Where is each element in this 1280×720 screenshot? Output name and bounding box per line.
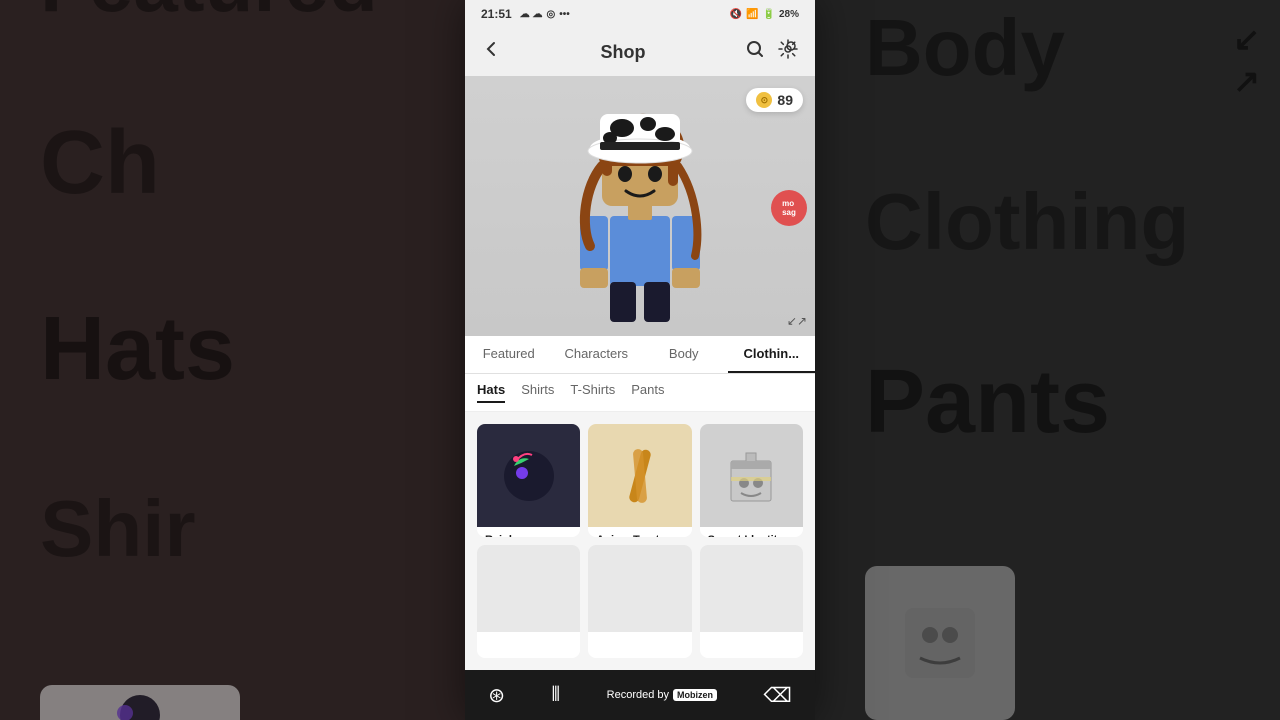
sub-tabs: Hats Shirts T-Shirts Pants: [465, 374, 815, 412]
status-indicators: 🔇 📶 🔋 28%: [730, 9, 799, 20]
recorded-text: Recorded by: [607, 689, 669, 701]
shop-title: Shop: [601, 42, 646, 63]
item-info-secret: Secret Identity ⊙ 80: [700, 527, 803, 537]
nav-icon[interactable]: ⦀: [551, 684, 560, 707]
item-card-6[interactable]: [700, 545, 803, 658]
item-image-6: [700, 545, 803, 632]
tab-characters[interactable]: Characters: [553, 336, 641, 373]
item-name-secret: Secret Identity: [708, 533, 795, 537]
bg-clothing-text: Clothing: [865, 176, 1280, 268]
item-info-5: [588, 632, 691, 658]
home-icon[interactable]: ⊛: [488, 683, 505, 708]
bg-expand-arrows: ↙ ↗: [1233, 20, 1260, 100]
nav-tabs: Featured Characters Body Clothin...: [465, 336, 815, 374]
creator-label: mosag: [782, 199, 796, 217]
mobizen-logo: Mobizen: [673, 689, 717, 701]
item-card-5[interactable]: [588, 545, 691, 658]
recorded-by-label: Recorded by Mobizen: [607, 689, 717, 701]
avatar-container: [540, 86, 740, 326]
subtab-hats[interactable]: Hats: [477, 382, 505, 403]
tab-clothing[interactable]: Clothin...: [728, 336, 816, 373]
coin-icon: ⊙: [756, 92, 772, 108]
settings-icon[interactable]: [777, 38, 799, 66]
item-info-6: [700, 632, 803, 658]
phone-frame: 21:51 ☁ ☁ ◎ ••• 🔇 📶 🔋 28% Shop: [465, 0, 815, 720]
subtab-shirts[interactable]: Shirts: [521, 382, 554, 403]
item-image-5: [588, 545, 691, 632]
header-actions: [745, 38, 799, 66]
time-display: 21:51: [481, 7, 512, 21]
character-avatar: [550, 86, 730, 326]
item-info-4: [477, 632, 580, 658]
signal-icon: 📶: [746, 9, 758, 20]
subtab-tshirts[interactable]: T-Shirts: [570, 382, 615, 403]
item-card-rainbow[interactable]: Rainbow Growing... ⊙ 24: [477, 424, 580, 537]
more-icon: •••: [559, 9, 570, 20]
battery-icon: 🔋: [763, 9, 775, 20]
location-icon: ◎: [546, 9, 555, 20]
item-info-anime: Anime Treat ⊙ 30: [588, 527, 691, 537]
bg-item-thumb-left: [40, 685, 240, 720]
bg-shirts-text: Shir: [40, 483, 460, 575]
app-header: Shop: [465, 28, 815, 76]
character-preview: ⊙ 89 mosag ↙↗: [465, 76, 815, 336]
bg-body-text: Body: [865, 0, 1280, 96]
background-left: Featured Ch Hats Shir: [0, 0, 465, 720]
item-name-anime: Anime Treat: [596, 533, 683, 537]
item-image-4: [477, 545, 580, 632]
item-card-anime[interactable]: Anime Treat ⊙ 30: [588, 424, 691, 537]
status-bar: 21:51 ☁ ☁ ◎ ••• 🔇 📶 🔋 28%: [465, 0, 815, 28]
battery-percent: 28%: [779, 9, 799, 20]
bg-featured-text: Featured: [40, 0, 460, 32]
item-image-secret: [700, 424, 803, 527]
back-button[interactable]: [481, 39, 501, 65]
creator-badge: mosag: [771, 190, 807, 226]
item-info-rainbow: Rainbow Growing... ⊙ 24: [477, 527, 580, 537]
currency-amount: 89: [777, 92, 793, 108]
bg-item-thumb-right: [865, 566, 1015, 720]
back-nav-icon[interactable]: ⌫: [763, 683, 791, 708]
item-card-4[interactable]: [477, 545, 580, 658]
item-card-secret[interactable]: Secret Identity ⊙ 80: [700, 424, 803, 537]
tab-featured[interactable]: Featured: [465, 336, 553, 373]
currency-badge: ⊙ 89: [746, 88, 803, 112]
items-grid: Rainbow Growing... ⊙ 24 Anime Treat ⊙: [465, 412, 815, 670]
bg-pants-text: Pants: [865, 348, 1280, 456]
background-right: Body Clothing Pants ↙ ↗: [815, 0, 1280, 720]
item-image-anime: [588, 424, 691, 527]
cloud-icon: ☁ ☁: [520, 9, 543, 20]
status-time: 21:51 ☁ ☁ ◎ •••: [481, 7, 570, 21]
bottom-bar: ⊛ ⦀ Recorded by Mobizen ⌫: [465, 670, 815, 720]
bg-hats-text: Hats: [40, 295, 460, 403]
expand-button[interactable]: ↙↗: [787, 314, 807, 328]
bg-characters-text: Ch: [40, 112, 460, 215]
item-name-rainbow: Rainbow Growing...: [485, 533, 572, 537]
search-icon[interactable]: [745, 39, 765, 65]
item-image-rainbow: [477, 424, 580, 527]
subtab-pants[interactable]: Pants: [631, 382, 664, 403]
mute-icon: 🔇: [730, 9, 742, 20]
tab-body[interactable]: Body: [640, 336, 728, 373]
